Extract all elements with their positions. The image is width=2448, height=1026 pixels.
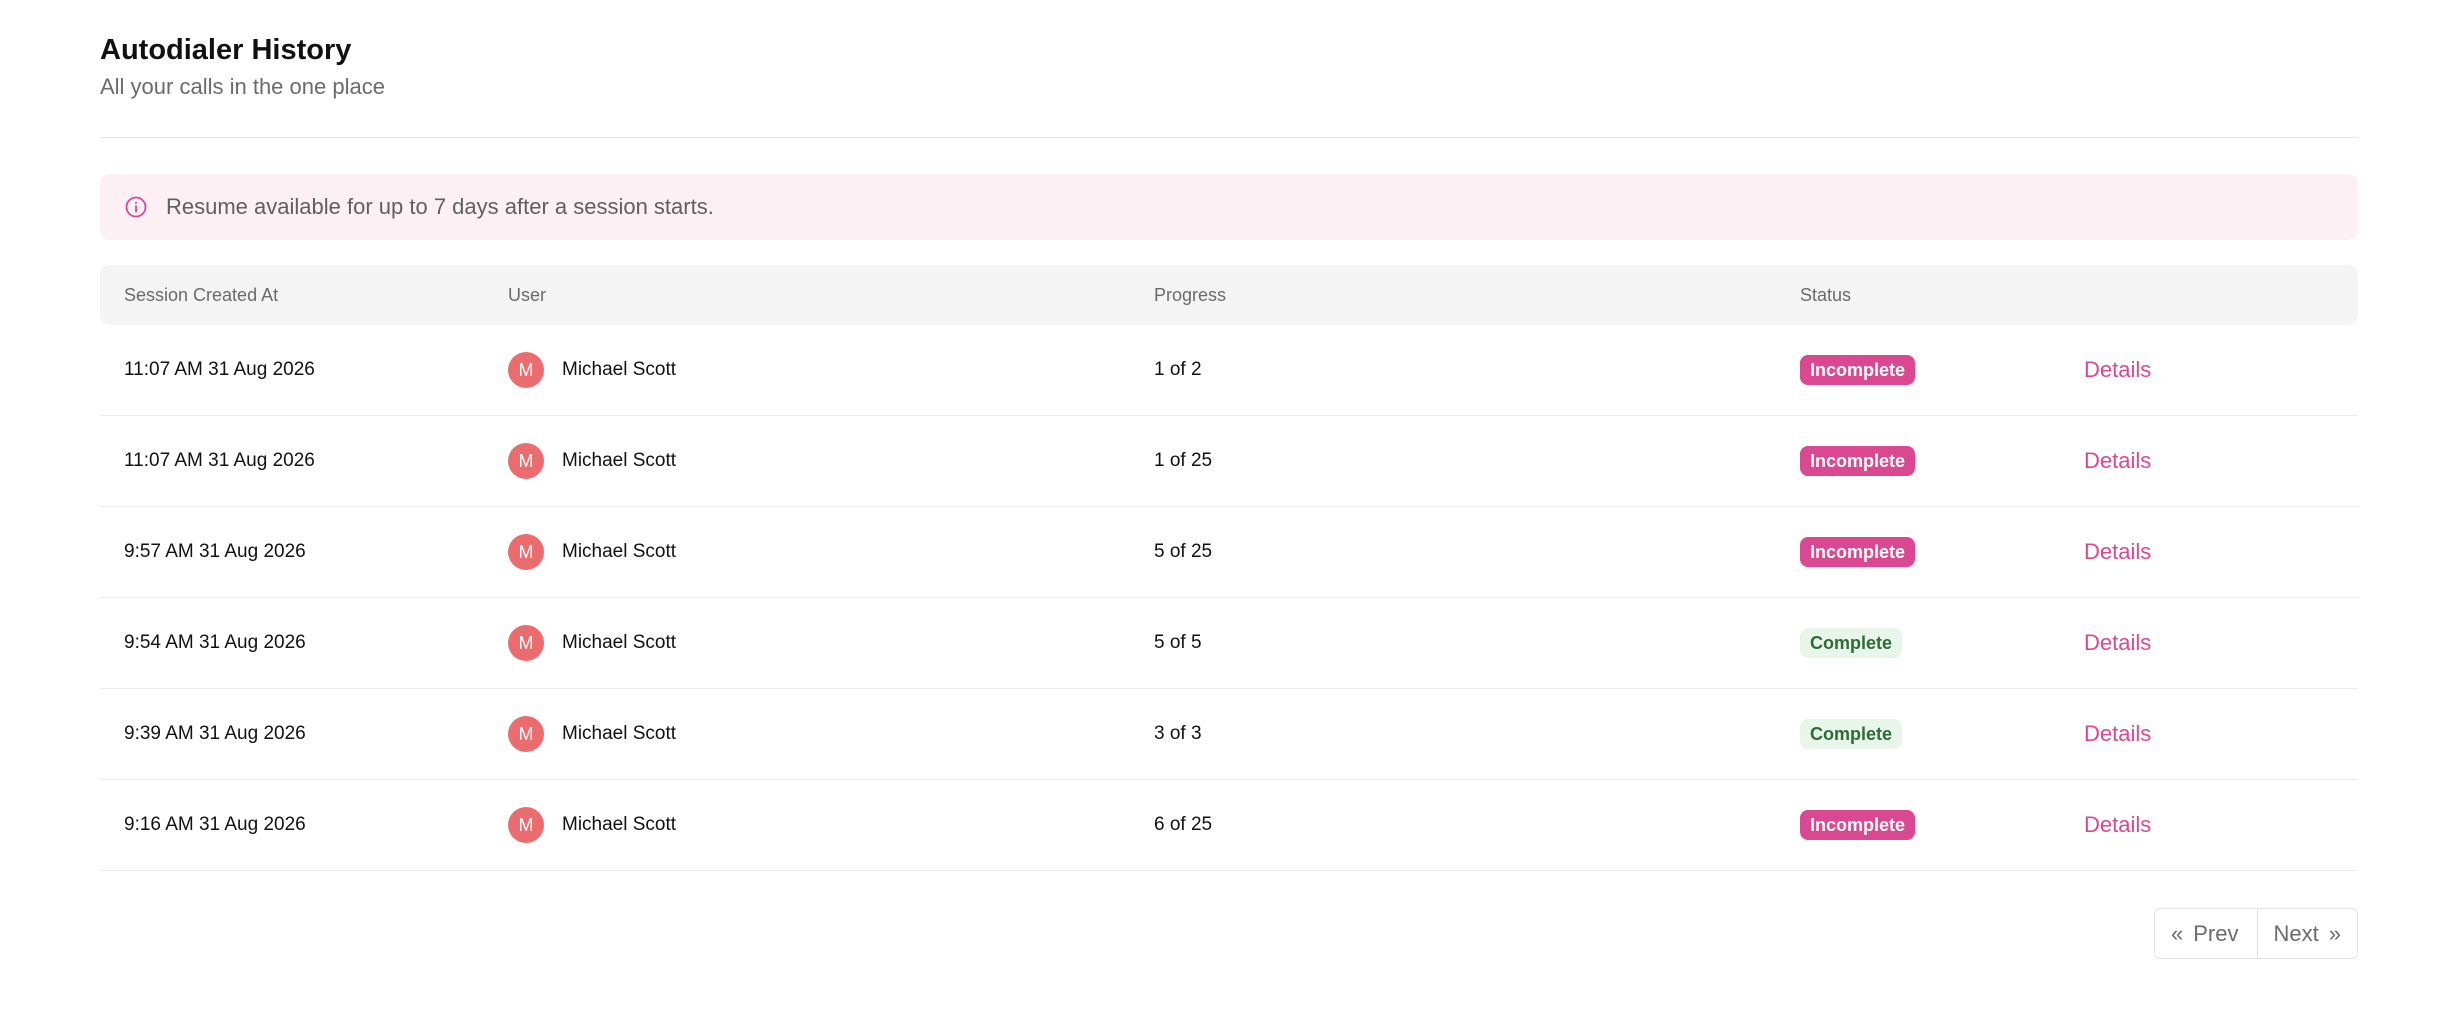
status-badge: Incomplete [1800,810,1916,840]
status-badge: Complete [1800,628,1903,658]
status-badge: Incomplete [1800,537,1916,567]
session-created-at: 9:54 AM 31 Aug 2026 [124,632,306,653]
user-cell: M Michael Scott [508,443,1154,479]
actions-cell: Details [2084,357,2358,383]
autodialer-history-page: Autodialer History All your calls in the… [100,0,2358,959]
progress-text: 6 of 25 [1154,814,1213,835]
session-created-at: 9:57 AM 31 Aug 2026 [124,541,306,562]
actions-cell: Details [2084,448,2358,474]
avatar: M [508,352,544,388]
actions-cell: Details [2084,812,2358,838]
info-alert: Resume available for up to 7 days after … [100,174,2358,240]
table-row: 9:39 AM 31 Aug 2026 M Michael Scott 3 of 3 C… [100,689,2358,780]
alert-text: Resume available for up to 7 days after … [166,194,714,219]
table-header: Session Created At User Progress Status [100,265,2358,325]
user-name: Michael Scott [562,814,677,835]
user-name: Michael Scott [562,723,677,744]
avatar: M [508,625,544,661]
progress-text: 1 of 2 [1154,359,1202,380]
details-link[interactable]: Details [2084,721,2151,746]
actions-cell: Details [2084,630,2358,656]
pagination: « Prev Next » [2154,908,2358,959]
prev-button[interactable]: « Prev [2155,909,2258,958]
status-cell: Incomplete [1800,355,2084,385]
progress-text: 5 of 25 [1154,541,1213,562]
status-cell: Complete [1800,719,2084,749]
info-icon [124,195,148,219]
column-header-progress: Progress [1154,284,1227,305]
user-name: Michael Scott [562,359,677,380]
table-row: 9:57 AM 31 Aug 2026 M Michael Scott 5 of 25… [100,507,2358,598]
details-link[interactable]: Details [2084,357,2151,382]
status-cell: Incomplete [1800,446,2084,476]
details-link[interactable]: Details [2084,448,2151,473]
next-label: Next [2273,920,2319,946]
history-table: Session Created At User Progress Status … [100,265,2358,871]
next-button[interactable]: Next » [2257,909,2357,958]
table-row: 11:07 AM 31 Aug 2026 M Michael Scott 1 of 2… [100,416,2358,507]
user-cell: M Michael Scott [508,534,1154,570]
progress-text: 3 of 3 [1154,723,1202,744]
details-link[interactable]: Details [2084,812,2151,837]
session-created-at: 9:39 AM 31 Aug 2026 [124,723,306,744]
chevrons-left-icon: « [2171,920,2184,946]
progress-text: 1 of 25 [1154,450,1213,471]
page-subtitle: All your calls in the one place [100,74,385,99]
table-row: 9:54 AM 31 Aug 2026 M Michael Scott 5 of 5 C… [100,598,2358,689]
status-cell: Incomplete [1800,810,2084,840]
avatar: M [508,716,544,752]
session-created-at: 11:07 AM 31 Aug 2026 [124,359,315,380]
user-name: Michael Scott [562,450,677,471]
actions-cell: Details [2084,539,2358,565]
details-link[interactable]: Details [2084,630,2151,655]
avatar: M [508,807,544,843]
table-body: 11:07 AM 31 Aug 2026 M Michael Scott 1 of 2… [100,325,2358,871]
table-row: 9:16 AM 31 Aug 2026 M Michael Scott 6 of 25… [100,780,2358,871]
page-title: Autodialer History [100,34,352,66]
user-cell: M Michael Scott [508,625,1154,661]
status-cell: Complete [1800,628,2084,658]
user-cell: M Michael Scott [508,352,1154,388]
column-header-status: Status [1800,284,1852,305]
status-cell: Incomplete [1800,537,2084,567]
user-name: Michael Scott [562,541,677,562]
avatar: M [508,534,544,570]
status-badge: Complete [1800,719,1903,749]
column-header-created: Session Created At [124,284,279,305]
avatar: M [508,443,544,479]
user-name: Michael Scott [562,632,677,653]
table-row: 11:07 AM 31 Aug 2026 M Michael Scott 1 of 2… [100,325,2358,416]
details-link[interactable]: Details [2084,539,2151,564]
session-created-at: 9:16 AM 31 Aug 2026 [124,814,306,835]
page-header: Autodialer History All your calls in the… [100,0,2358,138]
actions-cell: Details [2084,721,2358,747]
status-badge: Incomplete [1800,446,1916,476]
prev-label: Prev [2193,920,2239,946]
session-created-at: 11:07 AM 31 Aug 2026 [124,450,315,471]
progress-text: 5 of 5 [1154,632,1202,653]
chevrons-right-icon: » [2328,920,2341,946]
user-cell: M Michael Scott [508,807,1154,843]
column-header-user: User [508,284,547,305]
status-badge: Incomplete [1800,355,1916,385]
user-cell: M Michael Scott [508,716,1154,752]
